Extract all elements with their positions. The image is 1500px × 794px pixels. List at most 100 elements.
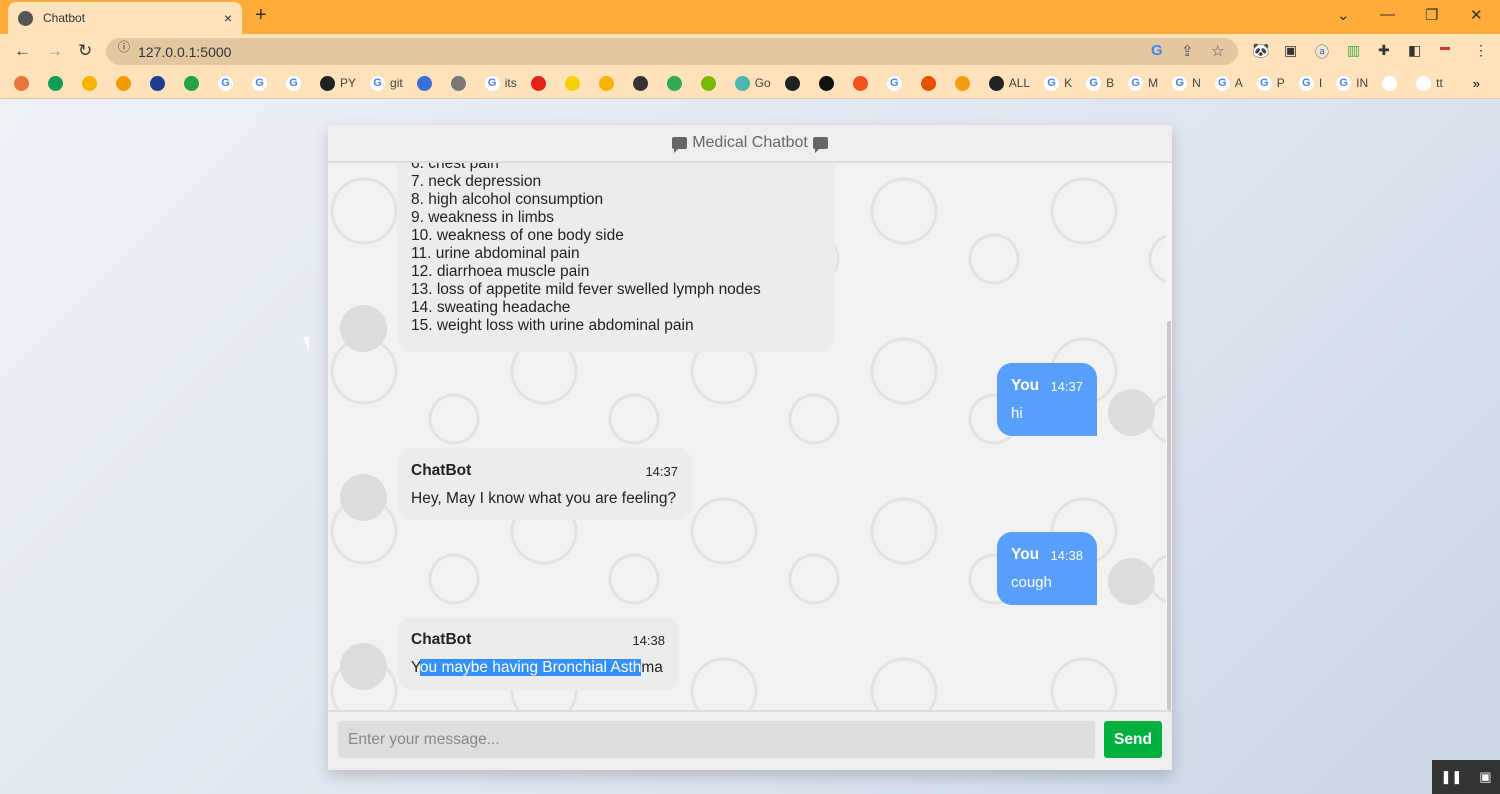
bookmark-star-icon[interactable]: ☆ [1211,42,1224,60]
bookmark-icon: G [218,75,233,91]
address-bar[interactable]: ⓘ 127.0.0.1:5000 G ⇪ ☆ [106,38,1238,65]
bookmark-icon: G [1256,75,1272,91]
url-text: 127.0.0.1:5000 [138,43,232,60]
bookmark-item[interactable] [450,75,471,91]
menu-icon[interactable]: ⋮ [1474,42,1488,59]
bookmark-icon: G [886,75,902,91]
bookmark-item[interactable]: G [218,75,238,91]
bookmark-item[interactable] [48,75,68,91]
bookmark-item[interactable]: G [252,75,272,91]
bookmark-item[interactable]: G IN [1336,75,1368,91]
tab-search-icon[interactable]: ⌄ [1337,6,1350,24]
reload-icon[interactable]: ↻ [78,41,96,61]
list-item: 14. sweating headache [411,299,571,316]
bookmark-icon [14,75,29,91]
forward-icon[interactable]: → [46,41,64,61]
bookmark-item[interactable] [530,75,551,91]
pause-icon[interactable]: ❚❚ [1440,769,1462,785]
bookmark-item[interactable]: tt [1416,75,1443,91]
google-lens-icon[interactable]: G [1151,42,1163,59]
bookmark-icon: G [1044,75,1060,91]
bookmark-item[interactable]: GB [1086,75,1114,91]
bookmark-item[interactable]: G [886,75,907,91]
user-avatar [1108,389,1155,436]
message-time: 14:37 [1050,378,1083,394]
sender-name: ChatBot [411,462,472,479]
user-message: You 14:38 cough [997,532,1097,605]
restore-button[interactable]: ❐ [1425,6,1438,24]
bookmark-icon [530,75,546,91]
bookmark-item[interactable]: PY [320,75,357,91]
tab-chatbot[interactable]: Chatbot × [8,2,242,34]
bookmark-item[interactable] [666,75,687,91]
share-icon[interactable]: ⇪ [1181,42,1194,60]
bookmark-icon: G [1086,75,1102,91]
message-input[interactable] [338,721,1095,758]
extensions-puzzle-icon[interactable]: ✚ [1378,42,1390,59]
bookmark-item[interactable]: G [286,75,306,91]
bookmark-icon [416,75,432,91]
bookmark-item[interactable] [564,75,585,91]
globe-icon [18,10,33,26]
bookmark-item[interactable] [1382,75,1402,91]
bookmark-item[interactable] [818,75,839,91]
bookmark-item[interactable] [184,75,204,91]
comment-icon [672,137,688,153]
panda-extension-icon[interactable]: 🐼 [1252,42,1269,59]
list-item: 8. high alcohol consumption [411,191,604,208]
bookmark-item[interactable] [14,75,34,91]
bookmark-item[interactable] [632,75,653,91]
bookmark-item[interactable] [598,75,619,91]
bookmark-item[interactable]: GN [1172,75,1201,91]
bookmark-item[interactable]: GP [1256,75,1285,91]
bookmark-item[interactable] [150,75,170,91]
send-button[interactable]: Send [1104,721,1162,758]
bookmark-item[interactable] [920,75,941,91]
new-tab-button[interactable]: + [255,4,267,27]
bookmark-item[interactable] [416,75,437,91]
bookmark-item[interactable]: GM [1128,75,1159,91]
minimize-button[interactable]: — [1380,6,1395,23]
bookmark-item[interactable]: Gits [484,75,517,91]
bookmark-label: M [1148,76,1159,90]
bookmark-icon [48,75,63,91]
bookmark-item[interactable] [700,75,721,91]
scrollbar[interactable] [1166,163,1172,710]
picture-in-picture-icon[interactable]: ▣ [1479,769,1491,785]
list-item: 13. loss of appetite mild fever swelled … [411,281,761,298]
tab-close-icon[interactable]: × [224,10,232,26]
close-window-button[interactable]: ✕ [1470,6,1483,24]
bookmark-item[interactable]: GI [1298,75,1322,91]
red-extension-icon[interactable]: ▬ [1440,42,1450,53]
message-time: 14:37 [645,463,678,479]
tab-title: Chatbot [43,11,86,25]
scrollbar-thumb[interactable] [1167,321,1171,710]
bookmark-item[interactable]: ALL [988,75,1030,91]
bookmark-icon [700,75,716,91]
bookmark-item[interactable]: Go [734,75,771,91]
message-list[interactable]: 6. chest pain 7. neck depression 8. high… [328,163,1166,710]
bookmark-icon [784,75,800,91]
bookmark-item[interactable]: GA [1214,75,1243,91]
bookmark-label: PY [340,76,357,90]
bookmark-icon [954,75,970,91]
bookmark-item[interactable] [784,75,805,91]
more-bookmarks-button[interactable]: » [1473,76,1480,91]
bookmark-icon: G [1128,75,1144,91]
bookmark-item[interactable]: GK [1044,75,1072,91]
bookmark-item[interactable] [852,75,873,91]
a-extension-icon[interactable]: ⓐ [1315,42,1329,62]
bot-message: 6. chest pain 7. neck depression 8. high… [397,163,835,352]
list-item: 7. neck depression [411,173,542,190]
chart-extension-icon[interactable]: ▥ [1347,42,1360,59]
bookmark-item[interactable]: Ggit [370,75,403,91]
list-item: 10. weakness of one body side [411,227,624,244]
bookmark-item[interactable] [954,75,975,91]
side-panel-icon[interactable]: ◧ [1408,42,1421,59]
bookmark-item[interactable] [82,75,102,91]
bookmark-item[interactable] [116,75,136,91]
message-time: 14:38 [632,632,665,648]
back-icon[interactable]: ← [14,41,32,61]
profile-extension-icon[interactable]: ▣ [1284,42,1297,59]
bot-message: ChatBot 14:38 You maybe having Bronchial … [397,617,679,690]
